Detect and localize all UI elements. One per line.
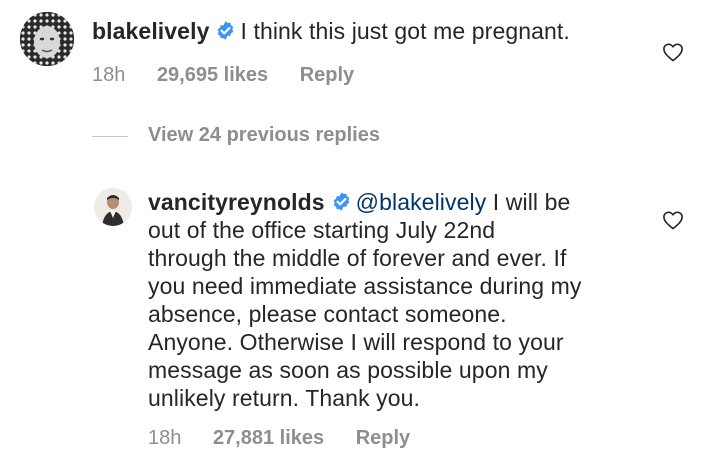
comment-blakelively-body: blakelively I think this just got me preg…: [92, 17, 652, 45]
comment-blakelively-meta: 18h 29,695 likes Reply: [92, 64, 354, 87]
avatar-vancityreynolds-image: [94, 188, 132, 226]
verified-badge-icon: [215, 20, 236, 41]
timestamp: 18h: [148, 427, 182, 449]
avatar-blakelively[interactable]: [20, 12, 74, 66]
view-previous-replies-button[interactable]: View 24 previous replies: [148, 124, 380, 147]
verified-badge-icon: [331, 191, 352, 212]
comment-line-4: you need immediate assistance during my: [148, 273, 582, 299]
comment-vancityreynolds-body: vancityreynolds @blakelively I will be ou…: [148, 188, 648, 412]
comment-line-1: vancityreynolds @blakelively I will be: [148, 188, 648, 216]
comment-vancityreynolds-meta: 18h 27,881 likes Reply: [148, 427, 410, 450]
timestamp: 18h: [92, 64, 126, 86]
comment-blakelively-text: I think this just got me pregnant.: [240, 18, 570, 44]
comment-vancityreynolds: vancityreynolds @blakelively I will be ou…: [0, 180, 720, 471]
comment-blakelively: blakelively I think this just got me preg…: [0, 0, 720, 100]
heart-outline-icon[interactable]: [662, 210, 684, 230]
comment-line-8: unlikely return. Thank you.: [148, 385, 421, 411]
reply-button[interactable]: Reply: [356, 427, 410, 449]
avatar-vancityreynolds[interactable]: [94, 188, 132, 226]
likes-count[interactable]: 29,695 likes: [157, 64, 268, 86]
username-blakelively[interactable]: blakelively: [92, 18, 209, 44]
comment-line-3: through the middle of forever and ever. …: [148, 245, 567, 271]
comment-line-5: absence, please contact someone.: [148, 301, 507, 327]
mention-link-blakelively[interactable]: @blakelively: [356, 189, 487, 215]
likes-count[interactable]: 27,881 likes: [213, 427, 324, 449]
comment-text: I will be: [492, 189, 571, 215]
comment-line-6: Anyone. Otherwise I will respond to your: [148, 329, 564, 355]
comment-line-7: message as soon as possible upon my: [148, 357, 548, 383]
reply-button[interactable]: Reply: [300, 64, 354, 86]
replies-divider: [92, 136, 128, 137]
username-vancityreynolds[interactable]: vancityreynolds: [148, 189, 325, 215]
comment-line-2: out of the office starting July 22nd: [148, 217, 496, 243]
avatar-blakelively-image: [20, 12, 74, 66]
heart-outline-icon[interactable]: [662, 42, 684, 62]
